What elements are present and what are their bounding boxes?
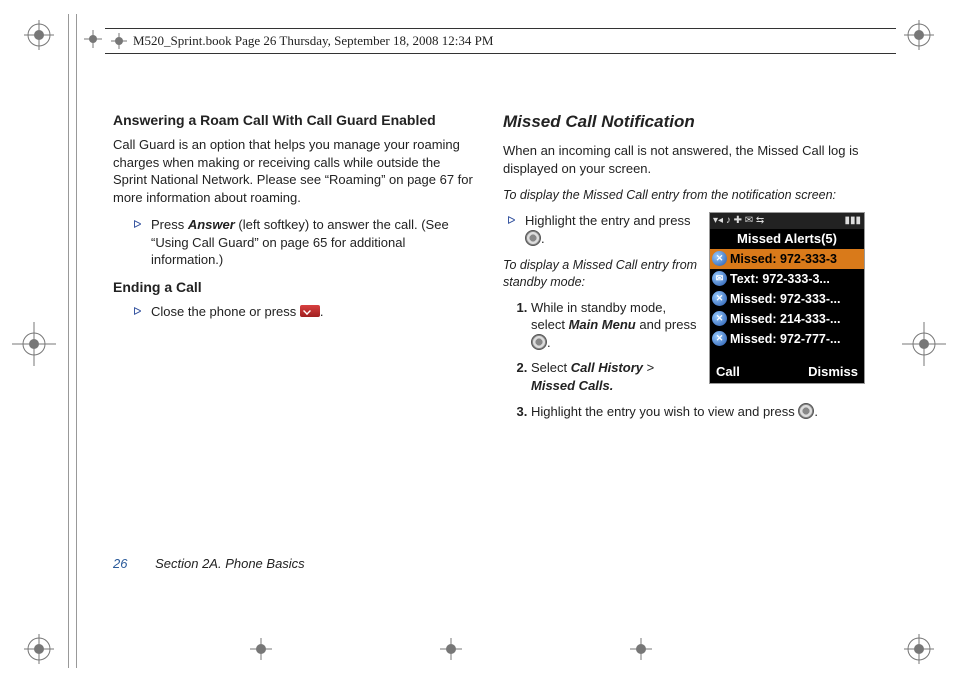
frame-header: M520_Sprint.book Page 26 Thursday, Septe… — [105, 28, 896, 54]
text-fragment: . — [320, 304, 324, 319]
registration-mark-icon — [24, 20, 54, 50]
phone-status-bar: ▾◂ ♪ ✚ ✉ ⇆ ▮▮▮ — [710, 213, 864, 229]
missed-call-icon: ✕ — [712, 311, 727, 326]
step-close-phone: ᐅ Close the phone or press . — [133, 303, 475, 321]
heading-ending-call: Ending a Call — [113, 279, 475, 295]
softkey-name: Answer — [188, 217, 235, 232]
end-key-icon — [300, 305, 320, 317]
crop-tick-icon — [84, 30, 102, 48]
text-fragment: Highlight the entry you wish to view and… — [531, 404, 798, 419]
text-fragment: . — [547, 335, 551, 350]
text-fragment: Close the phone or press — [151, 304, 300, 319]
alert-row-text: Text: 972-333-3... — [730, 272, 830, 286]
alert-row: ✕Missed: 972-777-... — [710, 329, 864, 349]
alert-row-text: Missed: 972-333-... — [730, 292, 840, 306]
alert-row: ✕Missed: 972-333-... — [710, 289, 864, 309]
right-column: Missed Call Notification When an incomin… — [503, 112, 865, 430]
crop-tick-icon — [440, 638, 462, 660]
phone-screen-title: Missed Alerts(5) — [710, 229, 864, 249]
bullet-marker-icon: ᐅ — [507, 212, 525, 229]
missed-call-icon: ✕ — [712, 251, 727, 266]
phone-screenshot: ▾◂ ♪ ✚ ✉ ⇆ ▮▮▮ Missed Alerts(5) ✕Missed:… — [709, 212, 865, 384]
guide-line — [76, 14, 77, 668]
text-fragment: . — [541, 231, 545, 246]
step-3: Highlight the entry you wish to view and… — [531, 403, 865, 421]
menu-name: Missed Calls. — [531, 378, 613, 393]
step-highlight-entry: ᐅ Highlight the entry and press . — [507, 212, 699, 247]
page-number: 26 — [113, 556, 127, 571]
missed-call-icon: ✕ — [712, 331, 727, 346]
book-icon — [111, 33, 127, 49]
registration-mark-icon — [24, 634, 54, 664]
alert-row: ✉Text: 972-333-3... — [710, 269, 864, 289]
menu-name: Main Menu — [569, 317, 636, 332]
alert-row-text: Missed: 972-777-... — [730, 332, 840, 346]
alert-row: ✕Missed: 972-333-3 — [710, 249, 864, 269]
text-fragment: Highlight the entry and press — [525, 213, 690, 228]
status-icons-left: ▾◂ ♪ ✚ ✉ ⇆ — [713, 215, 764, 226]
guide-line — [68, 14, 69, 668]
registration-mark-icon — [904, 20, 934, 50]
menu-ok-key-icon — [798, 403, 814, 419]
text-fragment: Press — [151, 217, 188, 232]
text-fragment: and press — [636, 317, 697, 332]
lead-in-notification: To display the Missed Call entry from th… — [503, 187, 865, 204]
section-label: Section 2A. Phone Basics — [155, 556, 305, 571]
text-fragment: > — [643, 360, 654, 375]
crop-tick-icon — [250, 638, 272, 660]
softkey-left: Call — [716, 364, 740, 379]
menu-ok-key-icon — [531, 334, 547, 350]
alert-row: ✕Missed: 214-333-... — [710, 309, 864, 329]
missed-call-icon: ✕ — [712, 291, 727, 306]
crop-tick-icon — [630, 638, 652, 660]
step-press-answer: ᐅ Press Answer (left softkey) to answer … — [133, 216, 475, 269]
softkey-right: Dismiss — [808, 364, 858, 379]
heading-missed-call: Missed Call Notification — [503, 112, 865, 132]
frame-header-text: M520_Sprint.book Page 26 Thursday, Septe… — [133, 33, 493, 49]
left-column: Answering a Roam Call With Call Guard En… — [113, 112, 475, 430]
paragraph-call-guard: Call Guard is an option that helps you m… — [113, 136, 475, 206]
menu-name: Call History — [571, 360, 643, 375]
battery-icon: ▮▮▮ — [844, 215, 861, 226]
menu-ok-key-icon — [525, 230, 541, 246]
text-fragment: . — [814, 404, 818, 419]
text-fragment: Select — [531, 360, 571, 375]
alert-row-text: Missed: 214-333-... — [730, 312, 840, 326]
paragraph-missed-intro: When an incoming call is not answered, t… — [503, 142, 865, 177]
registration-mark-icon — [902, 322, 946, 366]
heading-answer-roam: Answering a Roam Call With Call Guard En… — [113, 112, 475, 128]
alert-row-text: Missed: 972-333-3 — [730, 252, 837, 266]
page-footer: 26 Section 2A. Phone Basics — [113, 556, 305, 571]
registration-mark-icon — [904, 634, 934, 664]
bullet-marker-icon: ᐅ — [133, 303, 151, 320]
page-content: Answering a Roam Call With Call Guard En… — [113, 112, 865, 430]
bullet-marker-icon: ᐅ — [133, 216, 151, 233]
message-icon: ✉ — [712, 271, 727, 286]
registration-mark-icon — [12, 322, 56, 366]
